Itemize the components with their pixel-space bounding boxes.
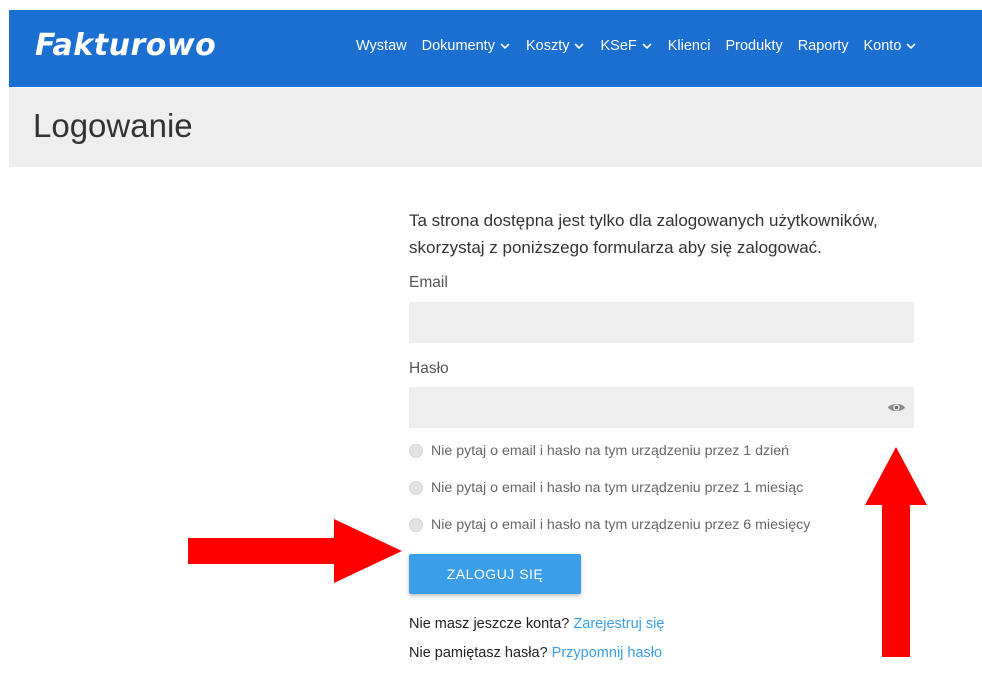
remember-option-6-months[interactable]: Nie pytaj o email i hasło na tym urządze… bbox=[409, 515, 914, 535]
forgot-prompt: Nie pamiętasz hasła? bbox=[409, 645, 548, 661]
register-link[interactable]: Zarejestruj się bbox=[573, 616, 664, 632]
radio-label: Nie pytaj o email i hasło na tym urządze… bbox=[431, 480, 804, 496]
nav-item-konto[interactable]: Konto bbox=[863, 38, 917, 54]
nav-item-raporty[interactable]: Raporty bbox=[798, 38, 849, 54]
password-field bbox=[409, 387, 914, 428]
chevron-down-icon bbox=[642, 43, 652, 50]
eye-icon[interactable] bbox=[887, 401, 906, 414]
chevron-down-icon bbox=[906, 43, 916, 50]
email-label: Email bbox=[409, 274, 448, 291]
nav-item-label: Koszty bbox=[525, 38, 570, 54]
arrow-right-icon bbox=[188, 519, 402, 583]
radio-button[interactable] bbox=[409, 518, 423, 532]
forgot-password-link[interactable]: Przypomnij hasło bbox=[552, 645, 662, 661]
arrow-up-icon bbox=[865, 447, 927, 657]
title-band: Logowanie bbox=[9, 88, 982, 167]
radio-button[interactable] bbox=[409, 444, 423, 458]
login-button[interactable]: ZALOGUJ SIĘ bbox=[409, 554, 581, 594]
register-line: Nie masz jeszcze konta? Zarejestruj się bbox=[409, 616, 914, 632]
chevron-down-icon bbox=[574, 43, 585, 50]
nav-item-klienci[interactable]: Klienci bbox=[668, 38, 711, 54]
nav-item-label: Wystaw bbox=[356, 38, 407, 54]
page: Fakturowo Wystaw Dokumenty Koszty KSeF K… bbox=[0, 0, 982, 692]
chevron-down-icon bbox=[500, 43, 510, 50]
nav-item-label: Konto bbox=[863, 38, 902, 54]
login-form: Ta strona dostępna jest tylko dla zalogo… bbox=[409, 207, 914, 661]
nav-item-ksef[interactable]: KSeF bbox=[600, 38, 652, 54]
nav-item-label: Raporty bbox=[797, 38, 849, 54]
password-label: Hasło bbox=[409, 360, 449, 377]
register-prompt: Nie masz jeszcze konta? bbox=[409, 616, 570, 632]
page-title: Logowanie bbox=[33, 107, 193, 144]
nav-item-label: Klienci bbox=[667, 38, 711, 54]
password-input[interactable] bbox=[409, 387, 914, 428]
navbar: Fakturowo Wystaw Dokumenty Koszty KSeF K… bbox=[9, 10, 982, 87]
logo[interactable]: Fakturowo bbox=[35, 28, 216, 63]
nav-item-label: Dokumenty bbox=[421, 38, 495, 54]
nav-item-label: KSeF bbox=[600, 38, 637, 54]
remember-option-1-day[interactable]: Nie pytaj o email i hasło na tym urządze… bbox=[409, 441, 914, 461]
intro-text: Ta strona dostępna jest tylko dla zalogo… bbox=[409, 211, 878, 257]
nav-item-koszty[interactable]: Koszty bbox=[526, 38, 586, 54]
remember-option-1-month[interactable]: Nie pytaj o email i hasło na tym urządze… bbox=[409, 478, 914, 498]
radio-label: Nie pytaj o email i hasło na tym urządze… bbox=[431, 443, 790, 459]
forgot-password-line: Nie pamiętasz hasła? Przypomnij hasło bbox=[409, 645, 914, 661]
nav-item-label: Produkty bbox=[725, 38, 783, 54]
radio-label: Nie pytaj o email i hasło na tym urządze… bbox=[431, 517, 811, 533]
radio-button[interactable] bbox=[409, 481, 423, 495]
email-input[interactable] bbox=[409, 302, 914, 343]
main-nav: Wystaw Dokumenty Koszty KSeF Klienci Pro… bbox=[356, 38, 917, 54]
nav-item-wystaw[interactable]: Wystaw bbox=[356, 38, 407, 54]
nav-item-produkty[interactable]: Produkty bbox=[725, 38, 782, 54]
nav-item-dokumenty[interactable]: Dokumenty bbox=[422, 38, 511, 54]
